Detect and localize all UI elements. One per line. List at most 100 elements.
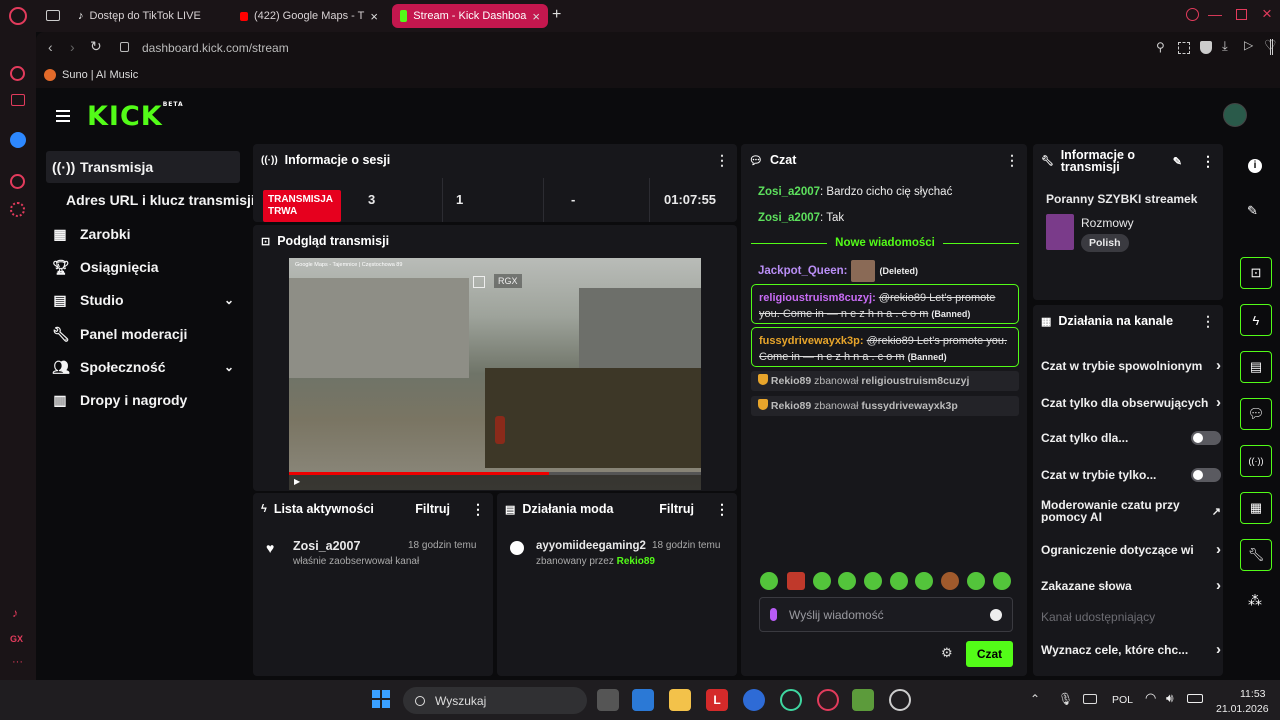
emote-button[interactable]: [890, 572, 908, 590]
back-icon[interactable]: ‹: [48, 39, 53, 55]
modaction-user[interactable]: ayyomiideegaming2: [536, 540, 646, 552]
nav-panel-moderacji[interactable]: 🔧︎ Panel moderacji: [46, 318, 240, 350]
nav-zarobki[interactable]: ▦ Zarobki: [46, 218, 240, 250]
more-icon[interactable]: ···: [12, 656, 23, 668]
toggle-switch[interactable]: [1191, 468, 1221, 482]
tray-chevron-icon[interactable]: ⌃: [1030, 692, 1040, 706]
music-icon[interactable]: ♪: [12, 606, 18, 620]
more-options-icon[interactable]: ⋮: [1201, 153, 1215, 170]
channel-toggle-button[interactable]: ▦: [1240, 492, 1272, 524]
activity-toggle-button[interactable]: ϟ: [1240, 304, 1272, 336]
opera-icon[interactable]: [780, 689, 802, 711]
emote-button[interactable]: [760, 572, 778, 590]
taskbar-search[interactable]: Wyszukaj: [403, 687, 587, 714]
opera-logo-icon[interactable]: [9, 7, 27, 25]
action-followers-only[interactable]: Czat tylko dla obserwujących ›: [1041, 394, 1221, 411]
info-icon[interactable]: i: [1248, 159, 1262, 173]
app-badge-icon[interactable]: [889, 689, 911, 711]
emote-button[interactable]: [967, 572, 985, 590]
emote-button[interactable]: [838, 572, 856, 590]
nav-spolecznosc[interactable]: 👥︎ Społeczność ⌄: [46, 351, 240, 383]
pin-icon[interactable]: ⚲: [1156, 40, 1165, 54]
nav-dropy[interactable]: ▥ Dropy i nagrody: [46, 384, 240, 416]
toggle-switch[interactable]: [1191, 431, 1221, 445]
bookmark-suno[interactable]: Suno | AI Music: [44, 69, 138, 81]
maximize-button[interactable]: [1236, 9, 1247, 20]
language-indicator[interactable]: POL: [1112, 694, 1133, 706]
minecraft-icon[interactable]: [852, 689, 874, 711]
clock-time[interactable]: 11:53: [1240, 688, 1266, 700]
nav-osiagniecia[interactable]: 🏆︎ Osiągnięcia: [46, 251, 240, 283]
avatar[interactable]: [1223, 103, 1247, 127]
nav-url-key[interactable]: Adres URL i klucz transmisji: [60, 184, 255, 216]
edit-pencil-icon[interactable]: ✎: [1173, 155, 1182, 168]
action-banned-words[interactable]: Zakazane słowa ›: [1041, 577, 1221, 594]
close-tab-icon[interactable]: ×: [370, 9, 378, 24]
document-toggle-button[interactable]: ▤: [1240, 351, 1272, 383]
tabs-menu-icon[interactable]: [46, 10, 60, 21]
search-tabs-icon[interactable]: [1186, 8, 1199, 21]
app-l-icon[interactable]: L: [706, 689, 728, 711]
more-options-icon[interactable]: ⋮: [715, 152, 729, 169]
wrench-toggle-button[interactable]: 🔧︎: [1240, 539, 1272, 571]
microphone-icon[interactable]: [770, 608, 777, 621]
action-emote-only[interactable]: Czat w trybie tylko...: [1041, 468, 1221, 482]
mail-icon[interactable]: [743, 689, 765, 711]
action-restrictions[interactable]: Ograniczenie dotyczące wi ›: [1041, 541, 1221, 558]
opera-gx-icon[interactable]: [817, 689, 839, 711]
close-window-button[interactable]: ×: [1262, 4, 1272, 24]
action-goals[interactable]: Wyznacz cele, które chc... ›: [1041, 641, 1221, 658]
emote-button[interactable]: [864, 572, 882, 590]
modaction-by[interactable]: Rekio89: [617, 556, 655, 567]
emote-button[interactable]: [813, 572, 831, 590]
aria-icon[interactable]: [10, 66, 25, 81]
hamburger-menu-icon[interactable]: [56, 110, 70, 122]
reload-icon[interactable]: ↻: [90, 38, 102, 55]
send-chat-button[interactable]: Czat: [966, 641, 1013, 667]
battery-icon[interactable]: [1187, 694, 1203, 703]
forward-icon[interactable]: ›: [70, 39, 75, 55]
action-ai-moderation[interactable]: Moderowanie czatu przy pomocy AI ↗: [1041, 499, 1221, 523]
shield-icon[interactable]: [1200, 41, 1212, 54]
play-icon[interactable]: ▶: [294, 477, 300, 486]
action-slow-mode[interactable]: Czat w trybie spowolnionym ›: [1041, 357, 1221, 374]
chat-input[interactable]: Wyślij wiadomość: [759, 597, 1013, 632]
file-explorer-icon[interactable]: [669, 689, 691, 711]
action-subscribers-only[interactable]: Czat tylko dla...: [1041, 431, 1221, 445]
menu-bars-icon[interactable]: [1270, 39, 1273, 55]
windows-start-icon[interactable]: [372, 690, 390, 708]
broadcast-toggle-button[interactable]: ((·)): [1240, 445, 1272, 477]
more-options-icon[interactable]: ⋮: [471, 501, 485, 518]
history-icon[interactable]: [10, 174, 25, 189]
edit-pencil-icon[interactable]: ✎: [1247, 203, 1258, 219]
clock-date[interactable]: 21.01.2026: [1216, 703, 1269, 715]
filter-button[interactable]: Filtruj: [659, 502, 694, 516]
emote-button[interactable]: [915, 572, 933, 590]
emote-button[interactable]: [993, 572, 1011, 590]
emote-button[interactable]: [787, 572, 805, 590]
settings-gear-icon[interactable]: [10, 202, 25, 217]
popout-icon[interactable]: [473, 276, 485, 288]
tab-google-maps[interactable]: (422) Google Maps - T ×: [232, 4, 386, 28]
more-options-icon[interactable]: ⋮: [715, 501, 729, 518]
tab-tiktok[interactable]: ♪ Dostęp do TikTok LIVE: [70, 4, 230, 28]
snapshot-icon[interactable]: [1178, 42, 1190, 54]
task-view-icon[interactable]: [597, 689, 619, 711]
microphone-tray-icon[interactable]: 🎙︎: [1058, 692, 1073, 706]
chat-settings-icon[interactable]: ⚙: [941, 645, 953, 661]
url-field[interactable]: dashboard.kick.com/stream: [142, 41, 289, 55]
workspace-icon[interactable]: [11, 94, 25, 106]
layout-icon[interactable]: ⁂: [1248, 592, 1262, 609]
kick-logo[interactable]: KICKBETA: [87, 101, 184, 132]
keyboard-icon[interactable]: [1083, 694, 1097, 704]
nav-studio[interactable]: ▤ Studio ⌄: [46, 284, 240, 316]
activity-user[interactable]: Zosi_a2007: [293, 539, 360, 553]
messenger-icon[interactable]: [10, 132, 26, 148]
filter-button[interactable]: Filtruj: [415, 502, 450, 516]
emote-button[interactable]: [941, 572, 959, 590]
preview-video[interactable]: Google Maps - Tajemnice | Częstochowa 89…: [289, 258, 701, 490]
close-tab-icon[interactable]: ×: [532, 9, 540, 24]
app-icon[interactable]: [632, 689, 654, 711]
wifi-icon[interactable]: ◠: [1145, 690, 1156, 706]
tab-kick-dashboard[interactable]: Stream - Kick Dashboa ×: [392, 4, 548, 28]
